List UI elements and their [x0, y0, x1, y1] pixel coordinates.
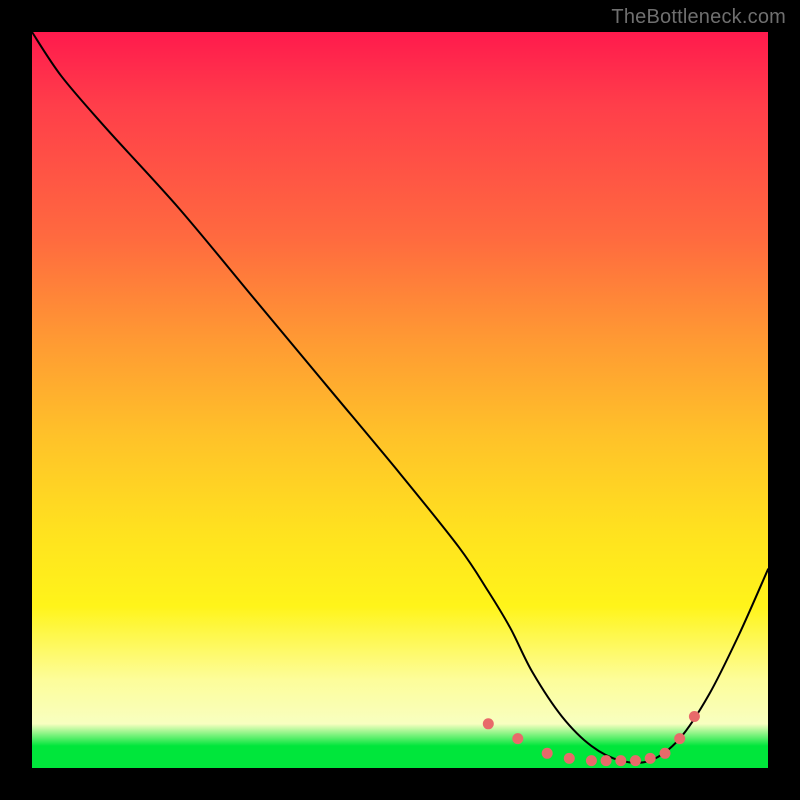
watermark-text: TheBottleneck.com: [611, 6, 786, 29]
marker-dot: [689, 711, 700, 722]
bottleneck-curve: [32, 32, 768, 763]
marker-dot: [586, 755, 597, 766]
marker-dot: [674, 733, 685, 744]
optimal-range-markers: [483, 711, 700, 766]
marker-dot: [512, 733, 523, 744]
marker-dot: [601, 755, 612, 766]
marker-dot: [630, 755, 641, 766]
marker-dot: [542, 748, 553, 759]
marker-dot: [660, 748, 671, 759]
marker-dot: [615, 755, 626, 766]
marker-dot: [483, 718, 494, 729]
marker-dot: [564, 753, 575, 764]
chart-frame: TheBottleneck.com: [0, 0, 800, 800]
plot-area: [32, 32, 768, 768]
curve-svg: [32, 32, 768, 768]
marker-dot: [645, 753, 656, 764]
